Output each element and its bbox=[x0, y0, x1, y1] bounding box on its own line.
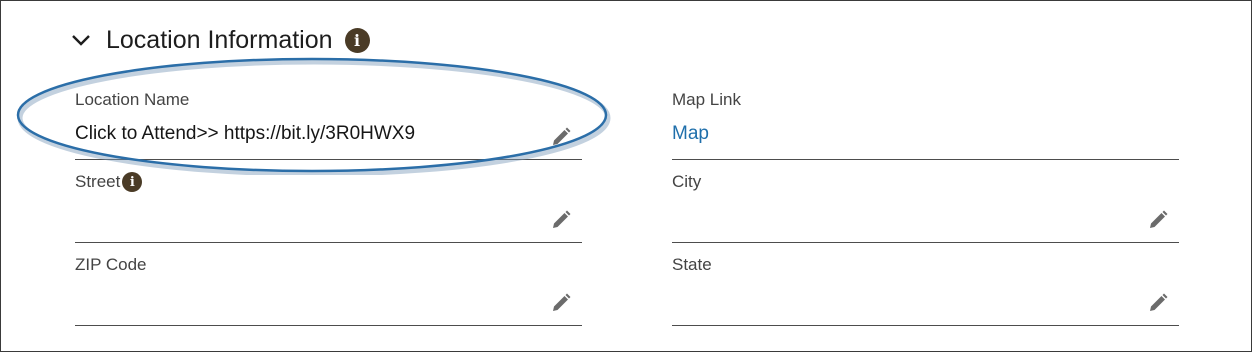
street-field[interactable]: Street i bbox=[75, 172, 582, 243]
map-link[interactable]: Map bbox=[672, 123, 709, 145]
city-field[interactable]: City bbox=[672, 172, 1179, 243]
location-name-label: Location Name bbox=[75, 90, 190, 109]
location-name-field[interactable]: Location Name Click to Attend>> https://… bbox=[75, 90, 582, 160]
edit-pencil-icon[interactable] bbox=[550, 292, 572, 314]
edit-pencil-icon[interactable] bbox=[1147, 292, 1169, 314]
edit-pencil-icon[interactable] bbox=[550, 126, 572, 148]
street-label: Street bbox=[75, 172, 121, 191]
map-link-label: Map Link bbox=[672, 90, 741, 109]
map-link-field: Map Link Map bbox=[672, 90, 1179, 160]
zip-code-field[interactable]: ZIP Code bbox=[75, 255, 582, 326]
state-label: State bbox=[672, 255, 712, 274]
location-name-value: Click to Attend>> https://bit.ly/3R0HWX9 bbox=[75, 123, 416, 144]
section-title: Location Information bbox=[106, 25, 333, 54]
info-icon[interactable]: i bbox=[122, 172, 143, 192]
city-label: City bbox=[672, 172, 702, 191]
info-icon[interactable]: i bbox=[344, 27, 370, 53]
chevron-down-icon[interactable] bbox=[70, 29, 92, 51]
edit-pencil-icon[interactable] bbox=[550, 209, 572, 231]
edit-pencil-icon[interactable] bbox=[1147, 209, 1169, 231]
street-label-group: Street i bbox=[75, 172, 143, 192]
section-header[interactable]: Location Information i bbox=[70, 24, 370, 56]
zip-code-label: ZIP Code bbox=[75, 255, 147, 274]
state-field[interactable]: State bbox=[672, 255, 1179, 326]
